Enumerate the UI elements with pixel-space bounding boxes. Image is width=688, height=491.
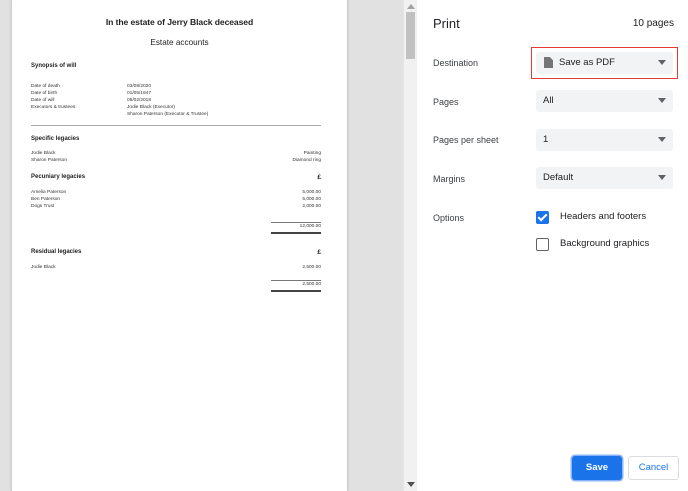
residual-total: 2,500.00 [302, 282, 321, 287]
synopsis-label: Date of will [31, 98, 55, 103]
scroll-thumb[interactable] [406, 12, 415, 59]
destination-label: Destination [433, 58, 479, 68]
options-label: Options [433, 213, 465, 223]
pages-value: All [543, 95, 554, 106]
synopsis-value: 05/02/2018 [127, 98, 152, 103]
synopsis-row: Executors & trustees Jodie Black (Execut… [31, 105, 321, 112]
legacy-beneficiary: Ben Paterson [31, 197, 61, 202]
panel-title: Print [433, 16, 460, 31]
total-rule [271, 222, 321, 223]
specific-legacies-heading: Specific legacies [31, 136, 80, 142]
legacy-beneficiary: Jodie Black [31, 265, 56, 270]
legacy-item: Diamond ring [292, 158, 321, 163]
legacy-item: Painting [303, 151, 321, 156]
section-divider [31, 125, 321, 126]
pages-per-sheet-label: Pages per sheet [433, 135, 499, 145]
legacy-row: Jodie Black Painting [31, 151, 321, 158]
synopsis-heading: Synopsis of will [31, 63, 77, 69]
currency-symbol: £ [317, 249, 321, 256]
document-title: In the estate of Jerry Black deceased [105, 17, 254, 27]
pecuniary-legacies-heading: Pecuniary legacies [31, 174, 86, 180]
chevron-down-icon [658, 175, 666, 180]
synopsis-value: Sharon Paterson (Executor & Trustee) [127, 112, 209, 117]
residual-legacies-heading: Residual legacies [31, 249, 82, 255]
margins-select[interactable]: Default [536, 167, 673, 189]
synopsis-value: 01/05/1947 [127, 91, 152, 96]
print-preview-area: In the estate of Jerry Black deceased Es… [0, 0, 403, 491]
margins-value: Default [543, 172, 574, 183]
synopsis-value: 03/08/2020 [127, 84, 152, 89]
legacy-beneficiary: Sharon Paterson [31, 158, 68, 163]
legacy-row: Ben Paterson 5,000.00 [31, 197, 321, 204]
synopsis-row: Sharon Paterson (Executor & Trustee) [31, 112, 321, 119]
pages-per-sheet-select[interactable]: 1 [536, 129, 673, 151]
synopsis-label: Date of death [31, 84, 60, 89]
legacy-row: Amelia Paterson 5,000.00 [31, 190, 321, 197]
pecuniary-total: 12,000.00 [299, 224, 321, 229]
margins-label: Margins [433, 174, 466, 184]
chevron-down-icon [658, 98, 666, 103]
legacy-beneficiary: Jodie Black [31, 151, 56, 156]
pages-label: Pages [433, 97, 459, 107]
background-graphics-label[interactable]: Background graphics [560, 238, 649, 249]
total-double-rule [271, 232, 321, 234]
legacy-row: Sharon Paterson Diamond ring [31, 158, 321, 165]
currency-symbol: £ [317, 174, 321, 181]
legacy-row: Dogs Trust 2,000.00 [31, 204, 321, 211]
scroll-up-arrow-icon[interactable] [407, 4, 415, 9]
synopsis-row: Date of birth 01/05/1947 [31, 91, 321, 98]
preview-page: In the estate of Jerry Black deceased Es… [11, 0, 348, 491]
synopsis-label: Date of birth [31, 91, 58, 96]
legacy-amount: 5,000.00 [302, 190, 321, 195]
chevron-down-icon [658, 137, 666, 142]
chevron-down-icon [658, 60, 666, 65]
document-subtitle: Estate accounts [150, 38, 209, 47]
synopsis-row: Date of death 03/08/2020 [31, 84, 321, 91]
total-rule [271, 280, 321, 281]
legacy-amount: 2,500.00 [302, 265, 321, 270]
page-count: 10 pages [632, 18, 674, 29]
synopsis-value: Jodie Black (Executor) [127, 105, 175, 110]
pages-select[interactable]: All [536, 90, 673, 112]
total-double-rule [271, 290, 321, 292]
scroll-down-arrow-icon[interactable] [407, 482, 415, 487]
synopsis-row: Date of will 05/02/2018 [31, 98, 321, 105]
print-settings-panel: Print 10 pages Destination Save as PDF P… [417, 0, 688, 491]
destination-value: Save as PDF [559, 57, 615, 68]
preview-scrollbar[interactable] [403, 0, 417, 491]
headers-footers-label[interactable]: Headers and footers [560, 211, 646, 222]
document-icon [544, 57, 553, 68]
pages-per-sheet-value: 1 [543, 134, 549, 145]
legacy-row: Jodie Black 2,500.00 [31, 265, 321, 272]
legacy-amount: 5,000.00 [302, 197, 321, 202]
legacy-amount: 2,000.00 [302, 204, 321, 209]
synopsis-label: Executors & trustees [31, 105, 76, 110]
legacy-beneficiary: Dogs Trust [31, 204, 55, 209]
cancel-button[interactable]: Cancel [628, 456, 679, 480]
save-button[interactable]: Save [572, 456, 622, 480]
destination-select[interactable]: Save as PDF [536, 52, 673, 74]
headers-footers-checkbox[interactable] [536, 211, 549, 224]
legacy-beneficiary: Amelia Paterson [31, 190, 67, 195]
background-graphics-checkbox[interactable] [536, 238, 549, 251]
